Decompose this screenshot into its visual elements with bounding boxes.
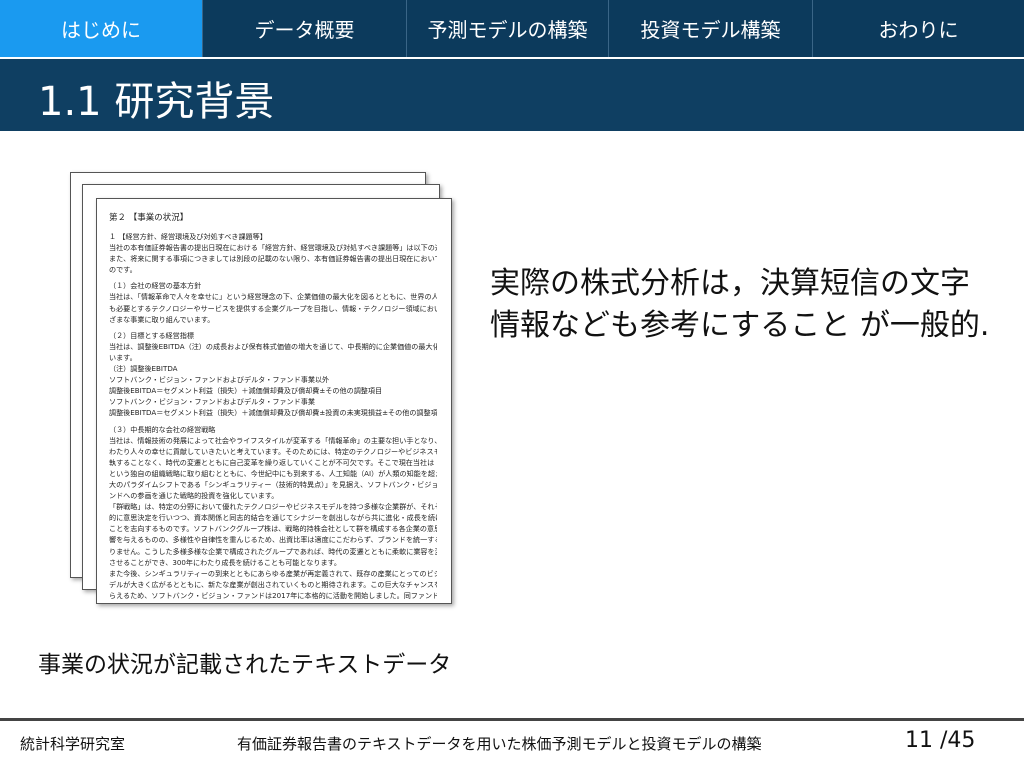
footer-lab-name: 統計科学研究室 [20,735,126,753]
document-line: らえるため、ソフトバンク・ビジョン・ファンドは2017年に本格的に活動を開始しま… [109,590,437,600]
document-line: ことを志向するものです。ソフトバンクグループ株は、戦略的持株会社として群を構成す… [109,524,437,534]
document-body: １ 【経営方針、経営環境及び対処すべき課題等】当社の本有価証券報告書の提出日現在… [109,231,437,601]
document-line: りません。こうした多様多様な企業で構成されたグループであれば、時代の変遷とともに… [109,546,437,556]
document-line: 調整後EBITDA＝セグメント利益（損失）＋減価償却費及び償却費±投資の未実現損… [109,408,437,418]
document-line: また今後、シンギュラリティーの到来とともにあらゆる産業が再定義されて、既存の産業… [109,568,437,578]
document-line: デルが大きく広がるとともに、新たな産業が創出されていくものと期待されます。この巨… [109,579,437,589]
tab-conclusion[interactable]: おわりに [813,0,1024,57]
document-line: （注）調整後EBITDA [109,364,178,374]
document-line: 当社は、調整後EBITDA（注）の成長および保有株式価値の増大を通じて、中長期的… [109,341,437,351]
document-line: （３）中長期的な会社の経営戦略 [109,424,216,434]
document-line: （２）目標とする経営指標 [109,330,194,340]
page-number: 11 /45 [905,728,976,753]
footer-presentation-title: 有価証券報告書のテキストデータを用いた株価予測モデルと投資モデルの構築 [237,735,762,753]
document-line: 当社は、情報技術の発展によって社会やライフスタイルが変革する「情報革命」の主要な… [109,435,437,445]
document-line: も必要とするテクノロジーやサービスを提供する企業グループを目指し、情報・テクノロ… [109,303,437,313]
document-line: 執することなく、時代の変遷とともに自己変革を繰り返していくことが不可欠です。そこ… [109,457,437,467]
document-line: 「群戦略」は、特定の分野において優れたテクノロジーやビジネスモデルを持つ多様な企… [109,502,437,512]
document-line: （１）会社の経営の基本方針 [109,281,202,291]
document-heading: 第２ 【事業の状況】 [109,213,189,223]
main-statement: 実際の株式分析は，決算短信の文字情報なども参考にすること が一般的. [490,266,990,343]
document-line: 当社は、「情報革命で人々を幸せに」という経営理念の下、企業価値の最大化を図るとと… [109,292,437,302]
document-line: のです。 [109,265,137,275]
document-line: わたり人々の幸せに貢献していきたいと考えています。そのためには、特定のテクノロジ… [109,446,437,456]
tab-introduction[interactable]: はじめに [0,0,203,57]
document-line: 的に意思決定を行いつつ、資本関係と同志的結合を通じてシナジーを創出しながら共に進… [109,513,437,523]
document-line: １ 【経営方針、経営環境及び対処すべき課題等】 [109,232,267,241]
tab-investment-model[interactable]: 投資モデル構築 [609,0,813,57]
slide-title: 1.1 研究背景 [38,79,275,125]
document-line: また、将来に関する事項につきましては別段の記載のない限り、本有価証券報告書の提出… [109,254,437,264]
document-line: 調整後EBITDA＝セグメント利益（損失）＋減価償却費及び償却費±その他の調整項… [109,386,383,396]
document-line: ソフトバンク・ビジョン・ファンドおよびデルタ・ファンド事業 [109,397,315,407]
tab-prediction-model[interactable]: 予測モデルの構築 [407,0,609,57]
title-bar: 1.1 研究背景 [0,57,1024,131]
document-line: ざまな事業に取り組んでいます。 [109,314,215,324]
footer-divider [0,718,1024,721]
document-line: 当社の本有価証券報告書の提出日現在における「経営方針、経営環境及び対処すべき課題… [109,243,437,253]
tab-data-overview[interactable]: データ概要 [203,0,407,57]
section-tabs: はじめに データ概要 予測モデルの構築 投資モデル構築 おわりに [0,0,1024,57]
document-page-front: 第２ 【事業の状況】 １ 【経営方針、経営環境及び対処すべき課題等】当社の本有価… [96,198,452,604]
document-line: 響を与えるものの、多様性や自律性を重んじるため、出資比率は適度にこだわらず、ブラ… [109,535,437,545]
document-line: させることができ、300年にわたり成長を続けることも可能となります。 [109,557,342,567]
document-line: ソフトバンク・ビジョン・ファンドおよびデルタ・ファンド事業以外 [109,375,330,385]
document-line: います。 [109,352,137,362]
document-caption: 事業の状況が記載されたテキストデータ [38,652,452,678]
document-line: ンドへの参画を通じた戦略的投資を強化しています。 [109,491,279,501]
document-line: という独自の組織戦略に取り組むとともに、今世紀中にも到来する、人工知能（AI）が… [109,468,437,478]
document-line: 大のパラダイムシフトである「シンギュラリティー（技術的特異点）」を見据え、ソフト… [109,479,437,489]
